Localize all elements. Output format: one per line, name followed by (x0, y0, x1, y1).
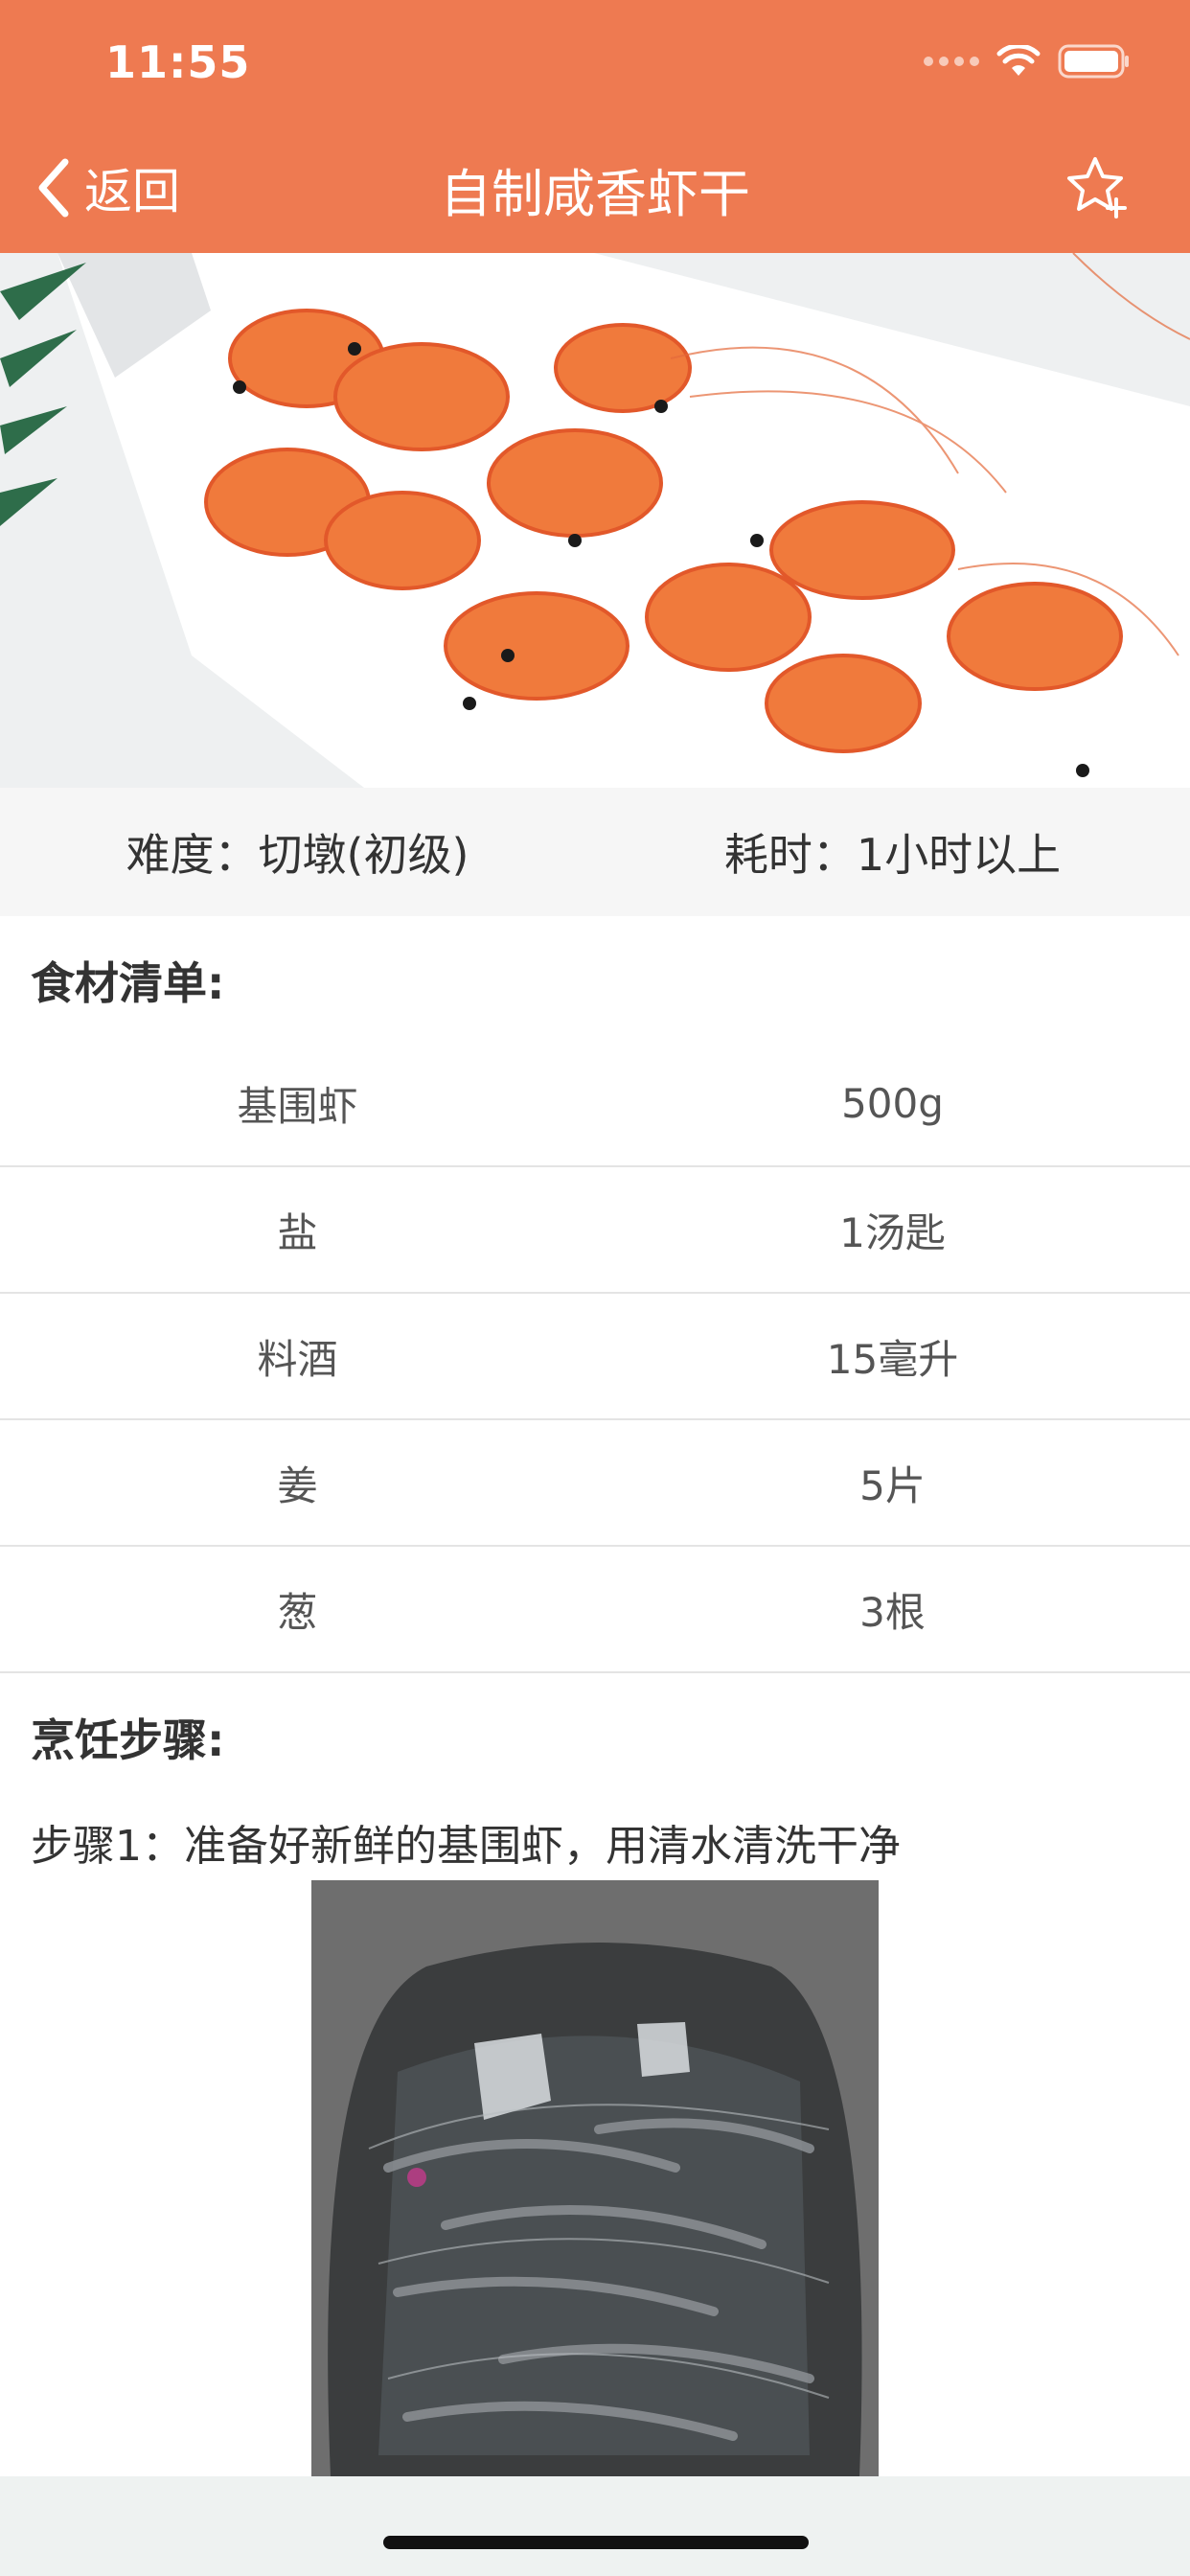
ingredient-name: 料酒 (257, 1335, 338, 1383)
battery-icon (1058, 44, 1129, 79)
home-bar-area (0, 2476, 1190, 2576)
table-row: 料酒 15毫升 (0, 1294, 1190, 1420)
table-row: 基围虾 500g (0, 1041, 1190, 1167)
page-title: 自制咸香虾干 (440, 164, 750, 224)
step-1-text: 步骤1：准备好新鲜的基围虾，用清水清洗干净 (31, 1822, 901, 1871)
status-time: 11:55 (105, 36, 251, 88)
recipe-meta: 难度：切墩(初级) 耗时：1小时以上 (0, 788, 1190, 916)
signal-icon (924, 57, 979, 66)
duration-label: 耗时：1小时以上 (723, 829, 1062, 881)
favorite-button[interactable] (1064, 153, 1131, 220)
wifi-icon (996, 45, 1041, 76)
steps-title: 烹饪步骤: (31, 1714, 225, 1766)
ingredient-amount: 5片 (859, 1461, 926, 1509)
status-icons (924, 44, 1131, 79)
ingredient-amount: 3根 (859, 1588, 926, 1636)
ingredient-name: 姜 (277, 1461, 318, 1509)
ingredient-name: 盐 (277, 1208, 318, 1256)
table-row: 葱 3根 (0, 1547, 1190, 1673)
ingredients-table: 基围虾 500g 盐 1汤匙 料酒 15毫升 姜 5片 葱 3根 (0, 1041, 1190, 1673)
home-indicator[interactable] (383, 2536, 809, 2549)
recipe-hero-image (0, 253, 1190, 788)
difficulty-label: 难度：切墩(初级) (126, 829, 469, 881)
table-row: 盐 1汤匙 (0, 1167, 1190, 1294)
ingredient-amount: 500g (841, 1079, 944, 1127)
ingredients-title: 食材清单: (31, 957, 225, 1009)
top-header: 11:55 返回 自制咸香虾干 (0, 0, 1190, 253)
ingredient-name: 基围虾 (237, 1082, 358, 1130)
ingredient-amount: 15毫升 (826, 1335, 959, 1383)
step-1-image (311, 1880, 879, 2476)
ingredient-amount: 1汤匙 (839, 1208, 946, 1256)
table-row: 姜 5片 (0, 1420, 1190, 1547)
ingredient-name: 葱 (277, 1588, 318, 1636)
star-plus-icon (1067, 157, 1127, 218)
